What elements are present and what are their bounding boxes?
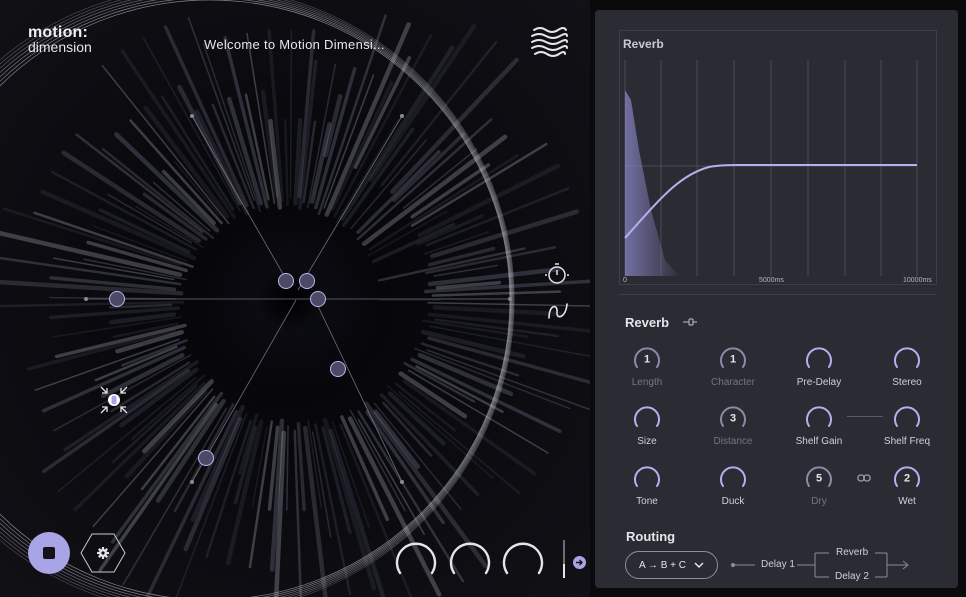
node-handle[interactable] [198, 450, 214, 466]
particle-ray [353, 56, 412, 169]
welcome-message: Welcome to Motion Dimensi... [204, 37, 385, 52]
reverb-envelope-graph[interactable]: 0 5000ms 10000ms [619, 30, 937, 285]
particle-ray [175, 413, 248, 597]
knob-dial[interactable] [892, 343, 922, 373]
param-pre-delay[interactable]: Pre-Delay [779, 343, 859, 388]
chevron-down-icon [694, 561, 704, 568]
param-character[interactable]: 1 Character [693, 343, 773, 388]
mouse-center-icon[interactable] [98, 384, 130, 416]
knob-dial[interactable] [718, 462, 748, 492]
knob-dial[interactable] [804, 343, 834, 373]
graph-tick-max: 10000ms [903, 277, 932, 284]
routing-section-title: Routing [626, 529, 676, 544]
graph-title: Reverb [623, 37, 664, 51]
gear-icon [97, 547, 109, 559]
knob-dial[interactable]: 1 [632, 343, 662, 373]
arrow-right-icon[interactable] [573, 556, 586, 569]
svg-text:1: 1 [730, 354, 736, 366]
param-shelf-gain[interactable]: Shelf Gain [779, 402, 859, 447]
node-handle[interactable] [109, 291, 125, 307]
node-handle[interactable] [299, 273, 315, 289]
particle-ray [63, 360, 199, 452]
knob-dial[interactable]: 2 [892, 462, 922, 492]
node-handle[interactable] [330, 361, 346, 377]
svg-text:1: 1 [644, 354, 650, 366]
param-stereo[interactable]: Stereo [867, 343, 947, 388]
param-label: Shelf Gain [795, 436, 843, 447]
param-label: Duck [721, 496, 745, 507]
output-slider[interactable] [563, 540, 565, 578]
particle-ray [109, 312, 177, 325]
motion-stage: motion: dimension Welcome to Motion Dime… [0, 0, 590, 597]
knob-dial[interactable]: 1 [718, 343, 748, 373]
node-handle[interactable] [310, 291, 326, 307]
knob-dial[interactable]: 3 [718, 402, 748, 432]
graph-tick-mid: 5000ms [759, 277, 784, 284]
param-label: Length [631, 377, 663, 388]
param-label: Character [711, 377, 755, 388]
particle-ray [296, 421, 306, 512]
particle-ray [373, 409, 421, 469]
routing-select[interactable]: A → B + C [625, 551, 718, 579]
logo-line1: motion: [28, 24, 89, 41]
particle-ray [284, 118, 289, 207]
param-size[interactable]: Size [607, 402, 687, 447]
svg-text:3: 3 [730, 413, 736, 425]
knob-dial[interactable] [804, 402, 834, 432]
particle-ray [432, 305, 562, 317]
logo: motion: dimension [28, 24, 92, 55]
route-node-a[interactable]: Delay 1 [759, 559, 797, 570]
param-wet[interactable]: 2 Wet [867, 462, 947, 507]
particle-ray [122, 407, 228, 586]
param-label: Size [637, 436, 657, 447]
curve-icon[interactable] [546, 298, 570, 322]
param-label: Stereo [892, 377, 922, 388]
param-dry[interactable]: 5 Dry [779, 462, 859, 507]
node-handle[interactable] [278, 273, 294, 289]
motion-visualizer [0, 0, 590, 597]
chain-link-icon[interactable] [857, 473, 871, 483]
particle-ray [286, 425, 289, 511]
knob-dial[interactable]: 5 [804, 462, 834, 492]
knob-dial[interactable] [892, 402, 922, 432]
svg-text:2: 2 [904, 473, 910, 485]
graph-tick-0: 0 [623, 277, 627, 284]
macro-knob-2[interactable] [449, 536, 491, 578]
macro-knob-1[interactable] [395, 536, 437, 578]
stop-icon [43, 547, 55, 559]
param-label: Distance [713, 436, 753, 447]
waves-icon[interactable] [530, 24, 568, 58]
routing-selected: A → B + C [639, 559, 686, 571]
particle-ray [289, 29, 293, 199]
param-label: Pre-Delay [796, 377, 842, 388]
param-label: Wet [898, 496, 916, 507]
param-shelf-freq[interactable]: Shelf Freq [867, 402, 947, 447]
plug-icon[interactable] [683, 317, 697, 327]
param-tone[interactable]: Tone [607, 462, 687, 507]
timer-icon[interactable] [544, 262, 570, 286]
param-label: Shelf Freq [883, 436, 931, 447]
route-node-b[interactable]: Reverb [834, 547, 871, 558]
reverb-panel: 0 5000ms 10000ms Reverb Reverb 1 Length … [595, 10, 958, 588]
stop-button[interactable] [28, 532, 70, 574]
reverb-section-title: Reverb [625, 315, 670, 330]
knob-dial[interactable] [632, 402, 662, 432]
logo-line2: dimension [28, 39, 92, 55]
route-node-c[interactable]: Delay 2 [833, 571, 871, 582]
param-duck[interactable]: Duck [693, 462, 773, 507]
macro-knob-3[interactable] [502, 536, 544, 578]
param-distance[interactable]: 3 Distance [693, 402, 773, 447]
param-label: Dry [811, 496, 827, 507]
param-label: Tone [636, 496, 658, 507]
shelf-link-line [847, 416, 883, 417]
particle-ray [431, 290, 562, 297]
divider [619, 294, 937, 295]
param-length[interactable]: 1 Length [607, 343, 687, 388]
svg-text:5: 5 [816, 473, 822, 485]
settings-button[interactable] [80, 532, 126, 574]
knob-dial[interactable] [632, 462, 662, 492]
